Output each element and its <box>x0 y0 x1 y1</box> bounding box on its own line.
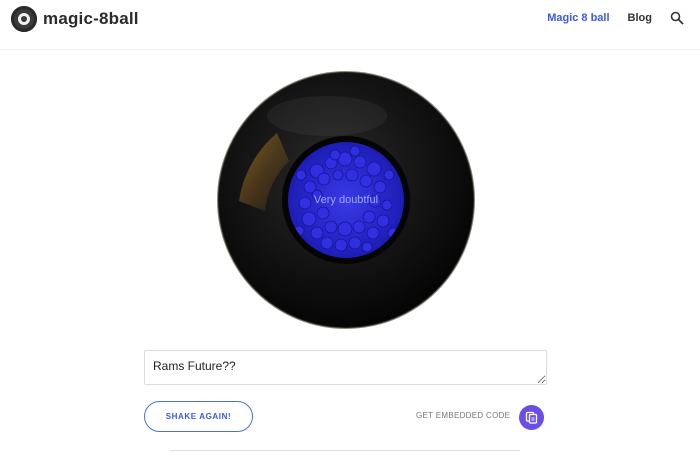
copy-icon <box>525 411 538 424</box>
divider <box>170 450 520 451</box>
magic-eight-ball[interactable]: Very doubtful <box>217 71 475 329</box>
copy-embed-code-button[interactable] <box>519 405 544 430</box>
nav-link-blog[interactable]: Blog <box>628 12 652 24</box>
search-icon[interactable] <box>670 11 684 25</box>
site-logo-text: magic-8ball <box>43 9 139 28</box>
eight-ball-graphic <box>217 71 475 329</box>
site-header: magic-8ball Magic 8 ball Blog <box>0 0 700 50</box>
eight-ball-logo-icon <box>11 6 37 32</box>
main-nav: Magic 8 ball Blog <box>547 11 684 25</box>
shake-again-button[interactable]: SHAKE AGAIN! <box>144 401 253 432</box>
get-embedded-code-label[interactable]: GET EMBEDDED CODE <box>416 411 510 420</box>
question-input[interactable]: Rams Future?? <box>144 350 547 385</box>
site-logo[interactable]: magic-8ball <box>11 6 139 32</box>
nav-link-magic-8-ball[interactable]: Magic 8 ball <box>547 12 609 24</box>
